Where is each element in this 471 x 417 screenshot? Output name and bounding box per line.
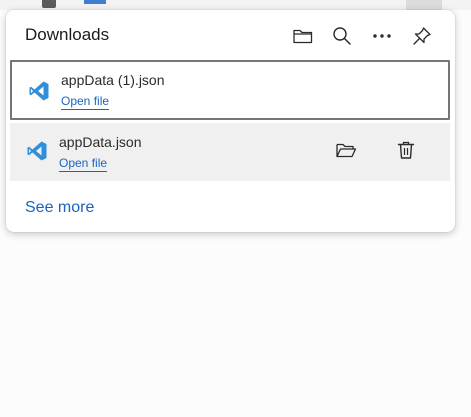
pin-icon [412,26,432,46]
toolbar-accent [84,0,106,4]
more-options-icon [372,33,392,39]
delete-button[interactable] [392,138,420,166]
downloads-header: Downloads [6,10,455,60]
open-file-link[interactable]: Open file [59,156,108,172]
open-folder-icon [335,141,357,164]
panel-title: Downloads [25,25,110,44]
folder-icon [292,27,314,45]
extension-badge [42,0,56,8]
see-more-link[interactable]: See more [25,199,94,217]
vscode-icon [26,140,48,162]
downloads-toolbar-button[interactable] [406,0,442,10]
search-icon [332,26,352,46]
download-filename: appData.json [59,134,142,150]
vscode-icon [28,80,50,102]
open-downloads-folder-button[interactable] [289,22,317,50]
show-in-folder-button[interactable] [332,138,360,166]
trash-icon [396,140,416,165]
download-filename: appData (1).json [61,72,165,88]
open-file-link[interactable]: Open file [61,94,110,110]
search-downloads-button[interactable] [328,22,356,50]
download-item[interactable]: appData (1).json Open file [10,60,450,120]
pin-button[interactable] [408,22,436,50]
more-options-button[interactable] [368,22,396,50]
download-item[interactable]: appData.json Open file [10,123,450,181]
downloads-panel: Downloads appData (1).json Open file app… [6,10,455,232]
browser-toolbar-strip [0,0,471,10]
